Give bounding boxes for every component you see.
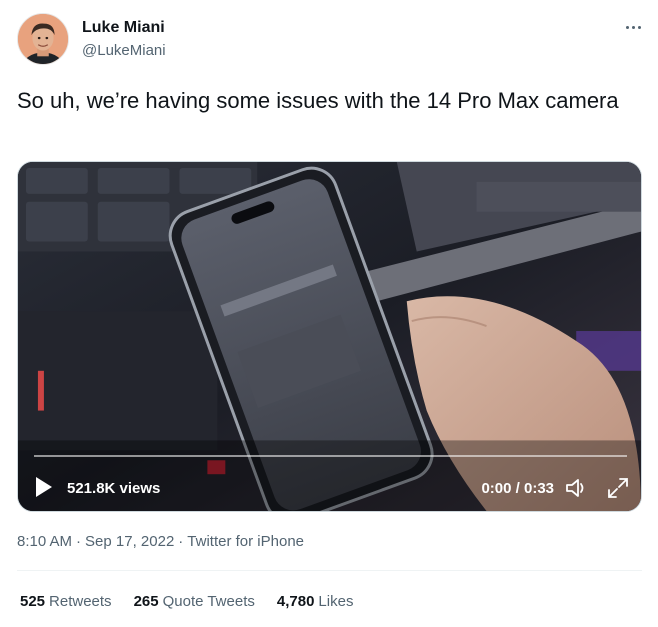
play-icon — [36, 477, 52, 497]
tweet-source[interactable]: Twitter for iPhone — [187, 533, 304, 550]
likes-stat[interactable]: 4,780 Likes — [277, 593, 354, 610]
tweet-meta: 8:10 AM · Sep 17, 2022 · Twitter for iPhone — [17, 533, 304, 550]
meta-separator: · — [76, 533, 82, 550]
divider — [17, 570, 642, 571]
video-frame — [18, 162, 641, 511]
more-options-button[interactable] — [622, 16, 644, 38]
play-button[interactable] — [34, 476, 54, 498]
likes-count: 4,780 — [276, 593, 315, 610]
video-player[interactable]: 521.8K views 0:00 / 0:33 — [17, 161, 642, 512]
author-handle[interactable]: @LukeMiani — [82, 42, 166, 59]
quote-tweets-label: Quote Tweets — [162, 593, 255, 610]
tweet-card: Luke Miani @LukeMiani So uh, we’re havin… — [0, 0, 658, 627]
fullscreen-button[interactable] — [607, 477, 629, 499]
tweet-text: So uh, we’re having some issues with the… — [17, 88, 619, 113]
retweets-count: 525 — [20, 593, 46, 610]
video-timecode: 0:00 / 0:33 — [481, 480, 554, 497]
tweet-date[interactable]: Sep 17, 2022 — [85, 533, 174, 550]
likes-label: Likes — [318, 593, 354, 610]
quote-tweets-stat[interactable]: 265 Quote Tweets — [134, 593, 255, 610]
video-views: 521.8K views — [67, 480, 161, 497]
retweets-stat[interactable]: 525 Retweets — [20, 593, 112, 610]
meta-separator: · — [178, 533, 184, 550]
video-progress-bar[interactable] — [34, 455, 627, 457]
tweet-time[interactable]: 8:10 AM — [17, 533, 72, 550]
more-options-icon — [625, 25, 629, 29]
retweets-label: Retweets — [49, 593, 112, 610]
author-name[interactable]: Luke Miani — [82, 19, 165, 37]
volume-button[interactable] — [565, 477, 589, 499]
volume-icon — [566, 479, 584, 497]
fullscreen-icon — [608, 478, 628, 498]
avatar[interactable] — [17, 13, 69, 65]
quote-tweets-count: 265 — [133, 593, 159, 610]
tweet-stats: 525 Retweets 265 Quote Tweets 4,780 Likes — [20, 593, 375, 610]
